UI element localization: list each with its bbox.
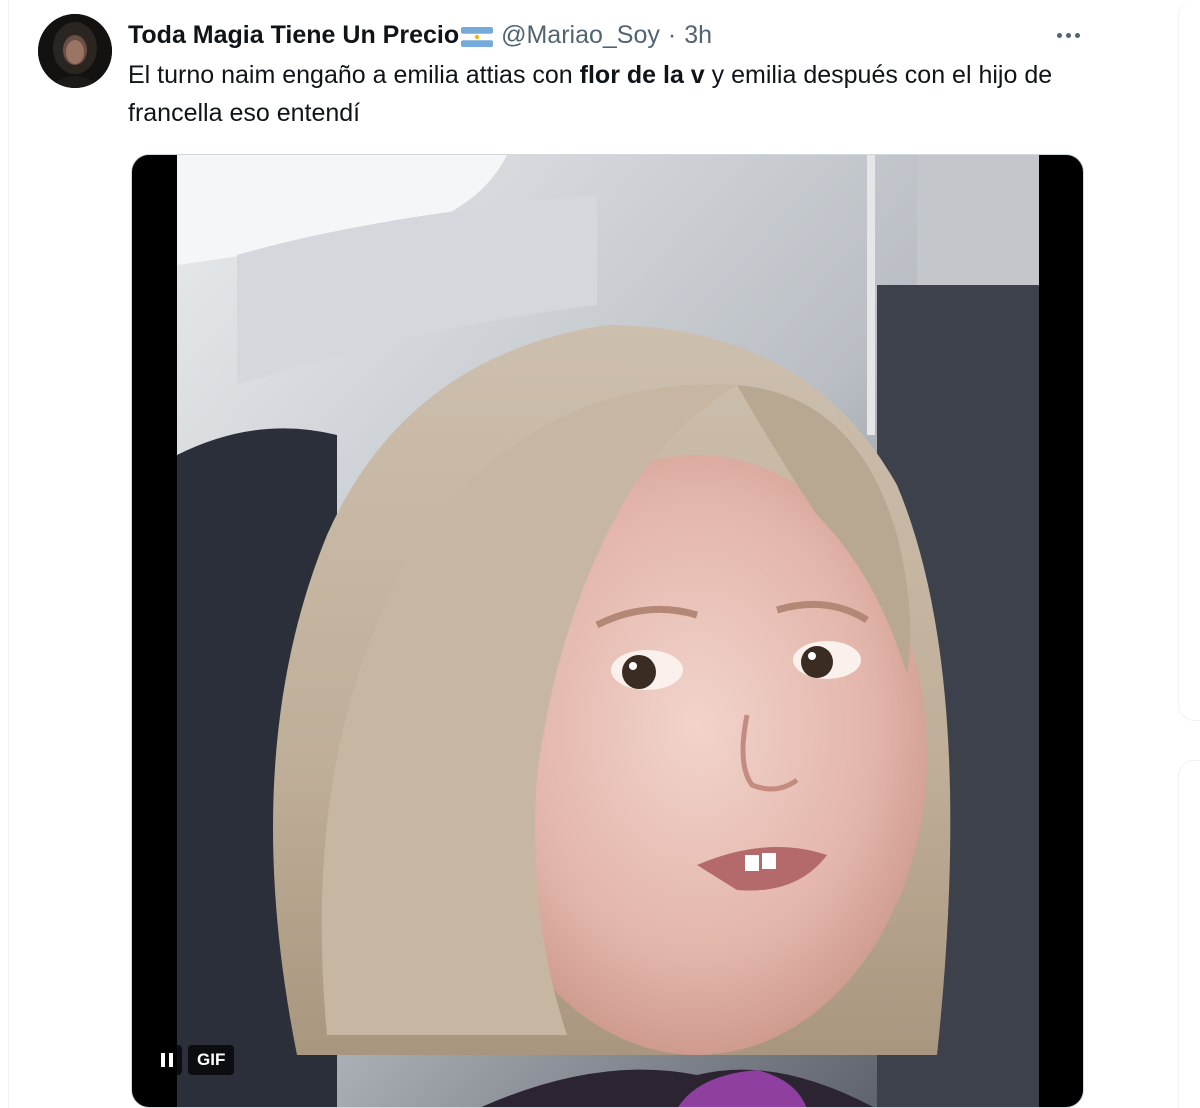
more-horizontal-icon	[1056, 32, 1062, 38]
tweet-text-part1: El turno naim engaño a emilia attias con	[128, 61, 580, 89]
tweet-text-bold: flor de la v	[579, 61, 705, 89]
media-controls: GIF	[152, 1045, 235, 1075]
timeline-page: Toda Magia Tiene Un Precio @Mariao_Soy ·…	[0, 0, 1200, 1108]
argentina-flag-icon	[461, 25, 494, 47]
pause-icon-bar	[169, 1053, 173, 1067]
more-dot	[1065, 32, 1071, 38]
tweet-text: El turno naim engaño a emilia attias con…	[128, 56, 1088, 132]
tweet[interactable]: Toda Magia Tiene Un Precio @Mariao_Soy ·…	[20, 0, 1100, 1108]
more-options-button[interactable]	[1048, 20, 1088, 50]
pause-button[interactable]	[152, 1045, 182, 1075]
tweet-header: Toda Magia Tiene Un Precio @Mariao_Soy ·…	[128, 18, 712, 52]
gif-media[interactable]: GIF	[131, 154, 1084, 1108]
pause-icon	[161, 1053, 165, 1067]
sidebar-card-edge	[1178, 760, 1200, 1108]
gif-badge: GIF	[188, 1045, 235, 1075]
separator-dot: ·	[667, 20, 677, 49]
timestamp[interactable]: 3h	[684, 21, 712, 50]
author-display-name[interactable]: Toda Magia Tiene Un Precio	[128, 21, 459, 50]
sidebar-card-edge	[1178, 0, 1200, 721]
author-handle[interactable]: @Mariao_Soy	[501, 21, 660, 50]
avatar[interactable]	[38, 14, 112, 88]
avatar-image	[38, 14, 112, 88]
gif-image	[177, 155, 1039, 1107]
more-dot	[1074, 32, 1080, 38]
timeline-divider	[8, 0, 9, 1108]
